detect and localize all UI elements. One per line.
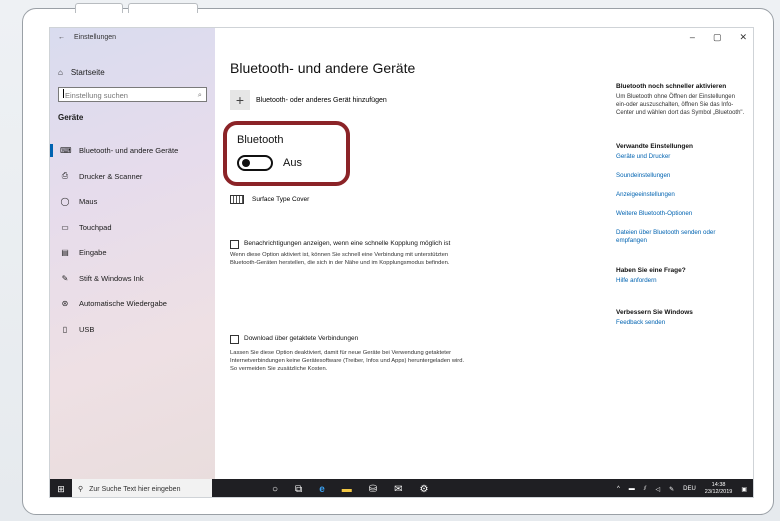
sidebar-item[interactable]: ▤ Eingabe <box>50 240 215 266</box>
window-controls: – ▢ ✕ <box>690 32 747 43</box>
sidebar-item-label: Automatische Wiedergabe <box>79 299 167 309</box>
link-display[interactable]: Anzeigeeinstellungen <box>616 191 746 199</box>
sidebar-menu: ⌨ Bluetooth- und andere Geräte ⎙ Drucker & … <box>50 138 215 342</box>
metered-option: Download über getaktete Verbindungen Las… <box>230 335 470 373</box>
clock-time: 14:38 <box>711 482 726 488</box>
sidebar-item[interactable]: ▭ Touchpad <box>50 215 215 241</box>
sidebar-item[interactable]: ⊛ Automatische Wiedergabe <box>50 291 215 317</box>
plus-icon: + <box>230 90 250 110</box>
taskbar-apps: ○ ⧉ e ▬ ⛁ ✉ ⚙ <box>272 484 429 495</box>
maximize-button[interactable]: ▢ <box>713 32 722 43</box>
cortana-icon[interactable]: ○ <box>272 484 278 495</box>
link-sound[interactable]: Soundeinstellungen <box>616 172 746 180</box>
link-send-files[interactable]: Dateien über Bluetooth senden oder empfa… <box>616 229 746 245</box>
task-view-icon[interactable]: ⧉ <box>295 484 302 495</box>
taskbar-search-text: Zur Suche Text hier eingeben <box>89 485 181 493</box>
bluetooth-devices-icon: ⌨ <box>60 146 72 156</box>
mouse-icon: ◯ <box>60 197 70 207</box>
sidebar-item-home[interactable]: ⌂ Startseite <box>58 68 105 77</box>
sidebar-item-label: USB <box>79 324 95 334</box>
link-help[interactable]: Hilfe anfordern <box>616 277 746 285</box>
sidebar-item[interactable]: ▯ USB <box>50 317 215 343</box>
link-devices-printers[interactable]: Geräte und Drucker <box>616 153 746 161</box>
keyboard-icon: ▤ <box>61 248 69 258</box>
search-icon: ⚲ <box>78 486 84 493</box>
chevron-up-icon[interactable]: ^ <box>617 486 620 492</box>
home-icon: ⌂ <box>58 68 63 77</box>
section-heading: Geräte <box>58 113 84 122</box>
clock-date: 23/12/2019 <box>704 489 733 495</box>
faster-text: Um Bluetooth ohne Öffnen der Einstellung… <box>616 94 745 116</box>
swift-pair-checkbox[interactable] <box>230 240 239 249</box>
printer-icon: ⎙ <box>61 171 69 181</box>
sidebar-item-label: Eingabe <box>79 248 107 258</box>
question-heading: Haben Sie eine Frage? <box>616 267 686 274</box>
sidebar-item-label: Stift & Windows Ink <box>79 273 144 283</box>
link-more-bluetooth[interactable]: Weitere Bluetooth-Optionen <box>616 210 746 218</box>
sidebar-item-label: Touchpad <box>79 222 112 232</box>
pen-tray-icon[interactable]: ✎ <box>669 486 674 493</box>
language-indicator[interactable]: DEU <box>683 486 696 492</box>
device-decor <box>75 3 123 13</box>
usb-icon: ▯ <box>62 324 68 334</box>
mail-icon[interactable]: ✉ <box>394 484 402 495</box>
window-title: Einstellungen <box>74 34 117 41</box>
sidebar-item[interactable]: ◯ Maus <box>50 189 215 215</box>
keyboard-device-icon <box>230 195 244 204</box>
metered-checkbox[interactable] <box>230 335 239 344</box>
close-button[interactable]: ✕ <box>739 32 747 43</box>
taskbar: ⊞ ⚲ Zur Suche Text hier eingeben ○ ⧉ e ▬… <box>50 479 753 497</box>
device-name: Surface Type Cover <box>252 196 310 203</box>
volume-icon[interactable]: ◁ <box>655 486 660 493</box>
sidebar-item-label: Drucker & Scanner <box>79 171 143 181</box>
system-tray: ^ ▬ ⫽ ◁ ✎ DEU 14:38 23/12/2019 ▣ <box>617 482 753 496</box>
search-input[interactable]: Einstellung suchen ⌕ <box>58 87 207 102</box>
device-item[interactable]: Surface Type Cover <box>230 195 309 204</box>
clock[interactable]: 14:38 23/12/2019 <box>705 482 733 496</box>
network-icon[interactable]: ⫽ <box>644 486 647 493</box>
edge-icon[interactable]: e <box>319 484 325 495</box>
sidebar: ← Einstellungen ⌂ Startseite Einstellung… <box>50 28 215 479</box>
improve-heading: Verbessern Sie Windows <box>616 309 693 316</box>
store-icon[interactable]: ⛁ <box>369 484 377 495</box>
metered-label: Download über getaktete Verbindungen <box>244 335 359 342</box>
add-device-button[interactable]: + Bluetooth- oder anderes Gerät hinzufüg… <box>230 90 387 110</box>
file-explorer-icon[interactable]: ▬ <box>342 484 352 495</box>
search-icon[interactable]: ⌕ <box>198 90 202 100</box>
search-placeholder: Einstellung suchen <box>65 91 128 100</box>
minimize-button[interactable]: – <box>690 32 695 43</box>
sidebar-item-label: Bluetooth- und andere Geräte <box>79 146 179 156</box>
sidebar-item[interactable]: ✎ Stift & Windows Ink <box>50 266 215 292</box>
taskbar-search[interactable]: ⚲ Zur Suche Text hier eingeben <box>72 479 212 497</box>
swift-pair-option: Benachrichtigungen anzeigen, wenn eine s… <box>230 240 470 267</box>
settings-window: ← Einstellungen ⌂ Startseite Einstellung… <box>49 27 754 498</box>
touchpad-icon: ▭ <box>61 222 69 232</box>
sidebar-item-label: Maus <box>79 197 98 207</box>
sidebar-item[interactable]: ⎙ Drucker & Scanner <box>50 164 215 190</box>
swift-pair-label: Benachrichtigungen anzeigen, wenn eine s… <box>244 240 451 247</box>
right-column: Bluetooth noch schneller aktivieren Um B… <box>616 83 746 327</box>
link-feedback[interactable]: Feedback senden <box>616 319 746 327</box>
notifications-icon[interactable]: ▣ <box>741 486 747 493</box>
back-arrow-icon[interactable]: ← <box>58 34 65 41</box>
highlight-annotation <box>223 121 350 186</box>
page-title: Bluetooth- und andere Geräte <box>230 60 416 76</box>
device-decor <box>128 3 198 13</box>
swift-pair-desc: Wenn diese Option aktiviert ist, können … <box>230 252 450 266</box>
titlebar: ← Einstellungen <box>58 34 116 41</box>
sidebar-item[interactable]: ⌨ Bluetooth- und andere Geräte <box>50 138 215 164</box>
metered-desc: Lassen Sie diese Option deaktiviert, dam… <box>230 350 465 372</box>
windows-start-icon[interactable]: ⊞ <box>50 484 72 495</box>
pen-icon: ✎ <box>61 273 69 283</box>
text-caret <box>63 89 64 98</box>
home-label: Startseite <box>70 68 105 77</box>
autoplay-icon: ⊛ <box>61 299 69 309</box>
related-heading: Verwandte Einstellungen <box>616 143 693 150</box>
battery-icon[interactable]: ▬ <box>629 486 635 492</box>
main-content: – ▢ ✕ Bluetooth- und andere Geräte + Blu… <box>215 28 753 479</box>
add-device-label: Bluetooth- oder anderes Gerät hinzufügen <box>256 96 387 104</box>
settings-gear-icon[interactable]: ⚙ <box>420 484 429 495</box>
faster-heading: Bluetooth noch schneller aktivieren <box>616 83 727 90</box>
